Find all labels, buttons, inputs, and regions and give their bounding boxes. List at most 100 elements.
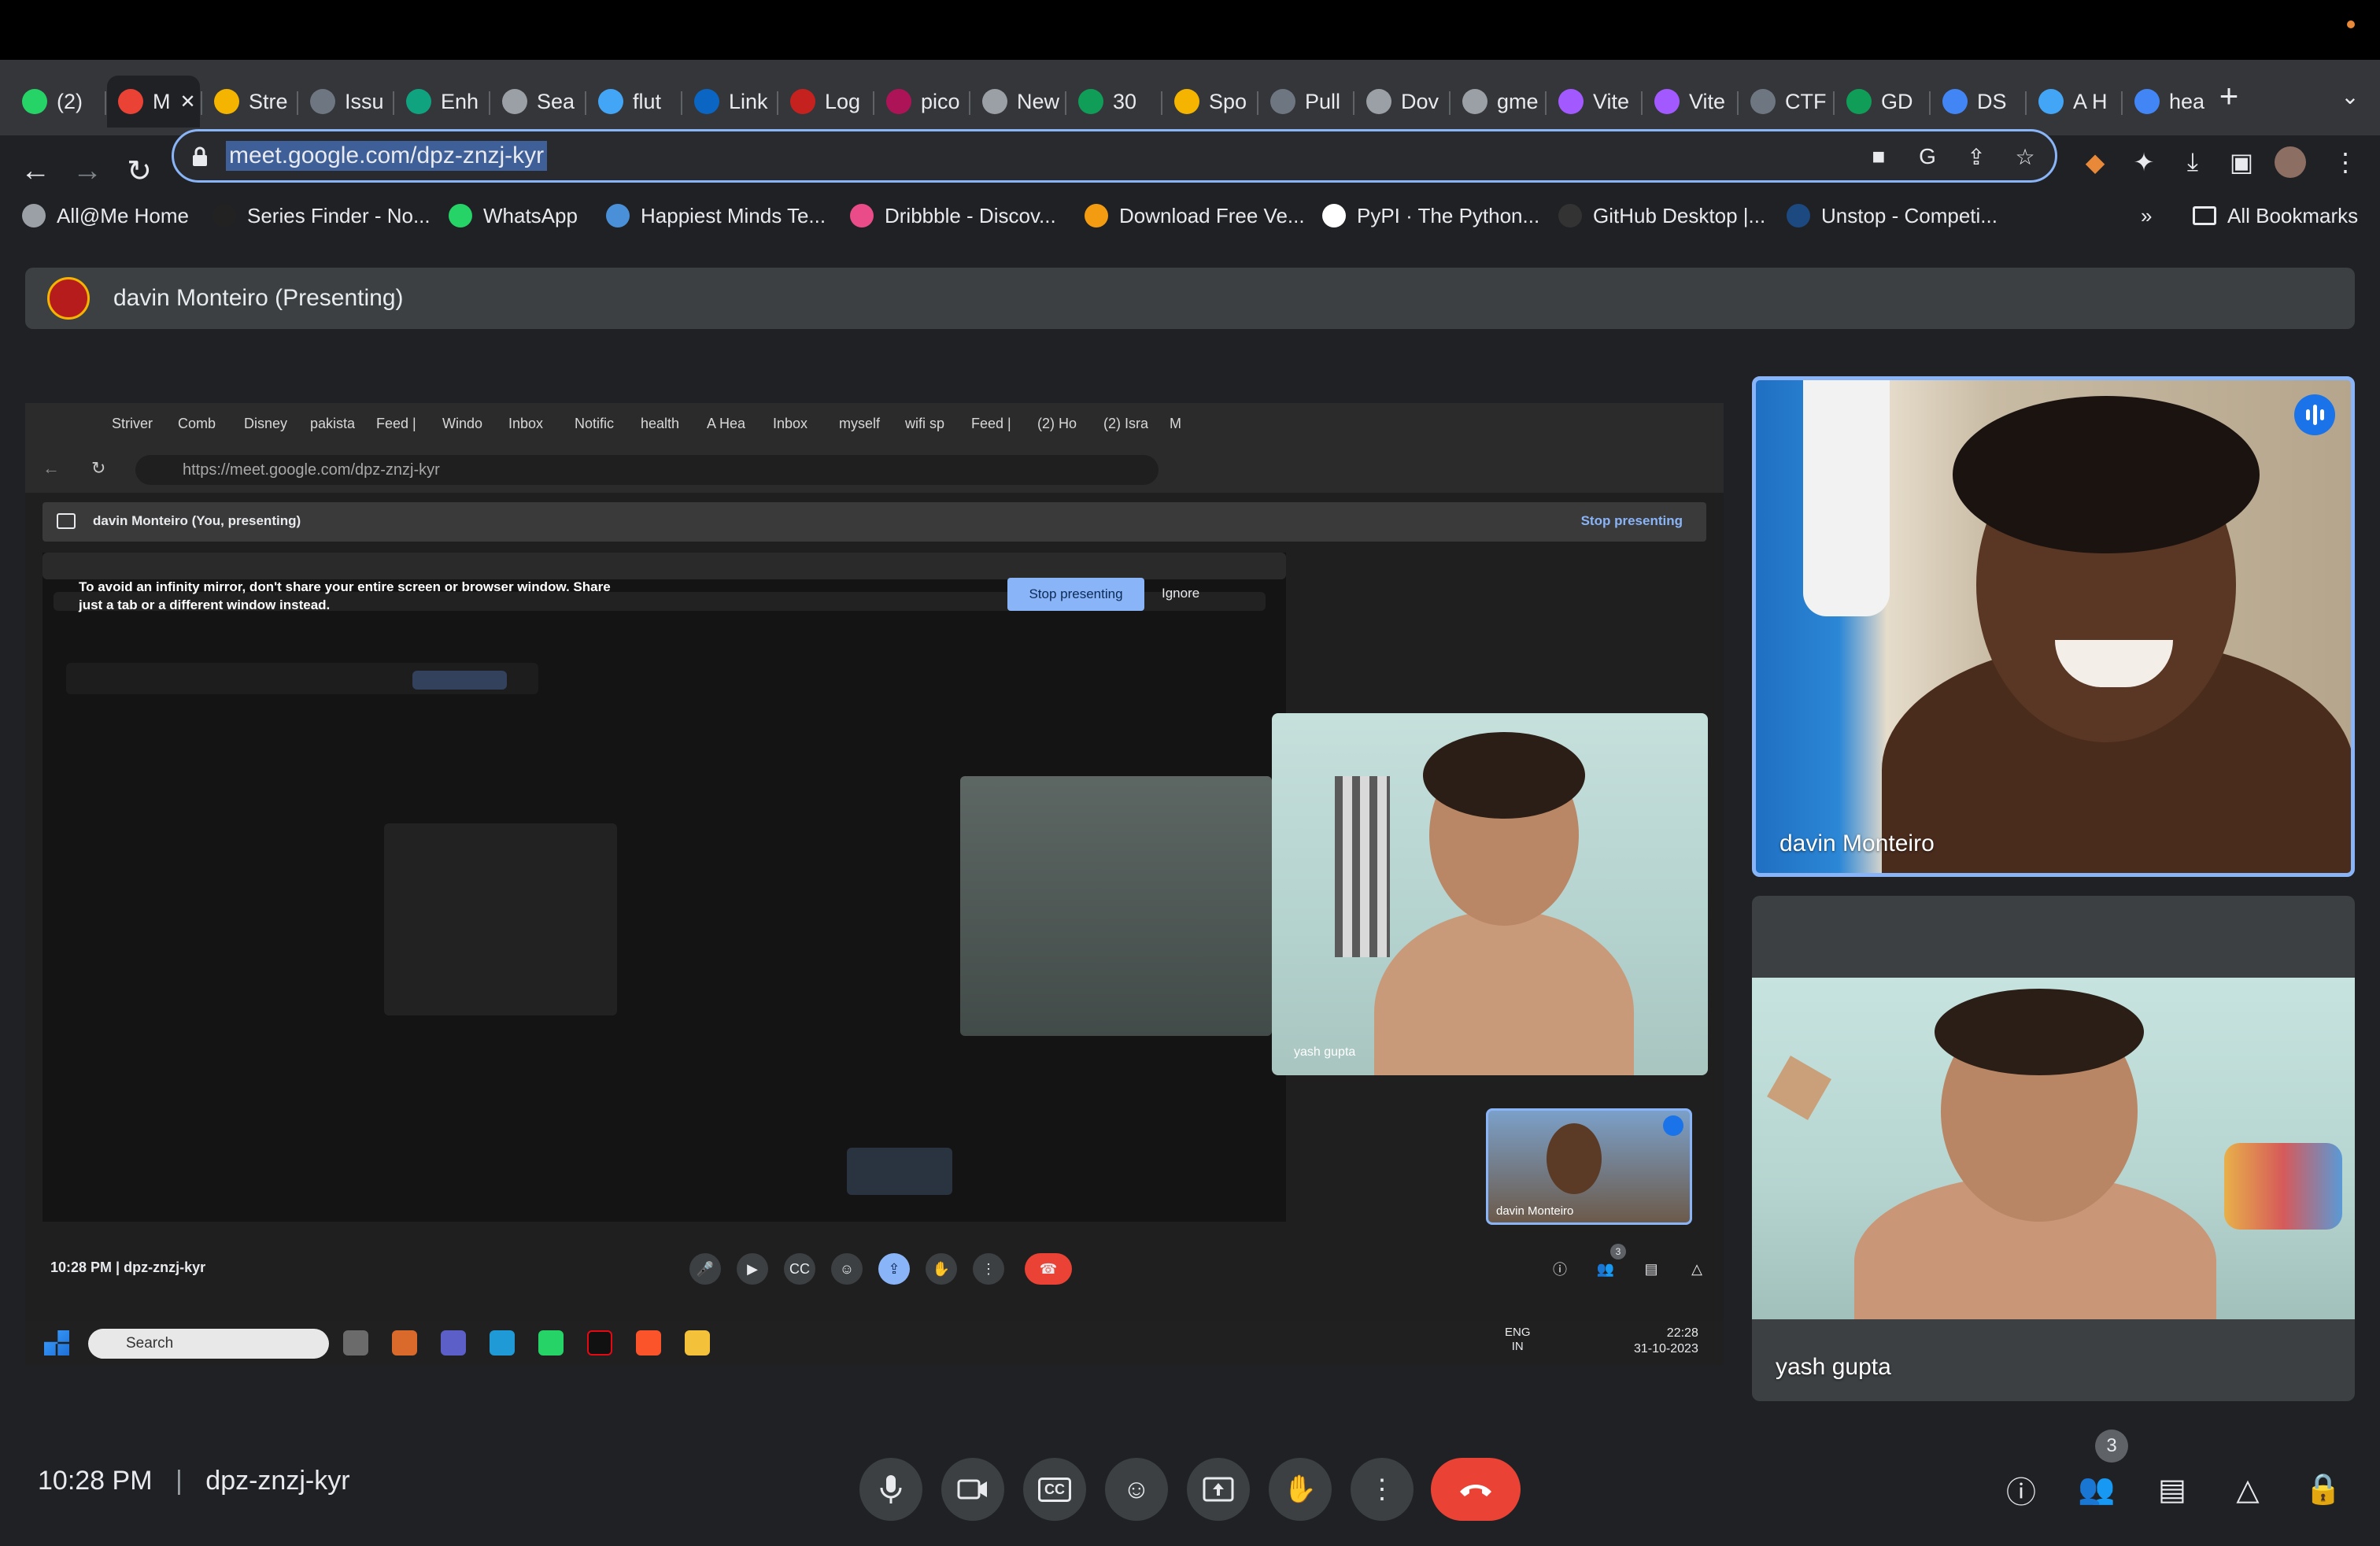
browser-tab[interactable]: hea — [2123, 76, 2216, 128]
metamask-icon[interactable]: ◆ — [2073, 140, 2117, 184]
microphone-icon — [880, 1475, 902, 1503]
participant-tile-davin[interactable]: davin Monteiro — [1752, 376, 2355, 877]
browser-tab[interactable]: Link — [683, 76, 776, 128]
bookmarks-overflow-button[interactable]: » — [2141, 202, 2152, 230]
browser-tab[interactable]: New — [971, 76, 1064, 128]
browser-tab[interactable]: Log — [779, 76, 872, 128]
google-lens-icon[interactable]: G — [1910, 139, 1945, 174]
bookmark-item[interactable]: Series Finder - No... — [213, 202, 431, 230]
browser-tab[interactable]: DS — [1931, 76, 2024, 128]
camera-button[interactable] — [941, 1458, 1004, 1521]
browser-tab-label: pico — [921, 89, 960, 113]
present-button[interactable] — [1187, 1458, 1250, 1521]
bookmark-item[interactable]: Unstop - Competi... — [1787, 202, 1998, 230]
slides-icon — [214, 89, 239, 114]
bookmark-item[interactable]: Download Free Ve... — [1085, 202, 1305, 230]
leave-call-button[interactable] — [1431, 1458, 1521, 1521]
recording-indicator — [2347, 20, 2355, 28]
shared-activities-icon: △ — [1691, 1260, 1702, 1277]
person-body — [1374, 910, 1634, 1075]
tab-separator — [201, 91, 202, 115]
profile-avatar[interactable] — [2268, 140, 2312, 184]
folder-icon — [2193, 206, 2216, 225]
browser-tab[interactable]: Dov — [1355, 76, 1448, 128]
share-icon[interactable]: ⇪ — [1959, 139, 1994, 174]
shared-self-preview: davin Monteiro — [1486, 1108, 1692, 1225]
browser-tab[interactable]: A H — [2027, 76, 2120, 128]
browser-tab[interactable]: CTF — [1739, 76, 1832, 128]
reactions-button[interactable]: ☺ — [1105, 1458, 1168, 1521]
browser-tab[interactable]: pico — [875, 76, 968, 128]
all-bookmarks-button[interactable]: All Bookmarks — [2193, 202, 2358, 230]
browser-tab[interactable]: Pull — [1259, 76, 1352, 128]
browser-tab[interactable]: flut — [587, 76, 680, 128]
camera-in-use-icon[interactable]: ■ — [1861, 139, 1896, 174]
browser-tab-label: (2) — [57, 89, 83, 113]
more-options-button[interactable]: ⋮ — [1351, 1458, 1414, 1521]
whatsapp-taskbar-icon — [538, 1330, 564, 1356]
lock-icon[interactable] — [191, 146, 209, 168]
bookmark-item[interactable]: Dribbble - Discov... — [850, 202, 1056, 230]
tab-separator — [393, 91, 394, 115]
meet-icon — [118, 89, 143, 114]
browser-tab[interactable]: GD — [1835, 76, 1928, 128]
taskbar-search: Search — [88, 1329, 329, 1359]
tab-separator — [2121, 91, 2123, 115]
browser-tab[interactable]: gme — [1451, 76, 1544, 128]
address-bar[interactable]: meet.google.com/dpz-znzj-kyr ■ G ⇪ ☆ — [172, 129, 2057, 183]
browser-tab[interactable]: Stre — [203, 76, 296, 128]
tab-separator — [1257, 91, 1258, 115]
shared-tab-strip: Striver Comb Disney pakista Feed | Windo Inbox… — [25, 403, 1724, 447]
raise-hand-button[interactable]: ✋ — [1269, 1458, 1332, 1521]
reload-icon[interactable]: ↻ — [115, 146, 164, 195]
all-bookmarks-label: All Bookmarks — [2227, 203, 2359, 227]
people-button[interactable]: 👥 — [2071, 1464, 2122, 1515]
menu-icon[interactable]: ⋮ — [2323, 140, 2367, 184]
person-hair — [1953, 396, 2260, 553]
meeting-code: dpz-znzj-kyr — [205, 1466, 350, 1496]
tab-separator — [1545, 91, 1547, 115]
url-text[interactable]: meet.google.com/dpz-znzj-kyr — [226, 141, 548, 171]
meeting-details-button[interactable]: ⓘ — [1996, 1464, 2046, 1515]
captions-button[interactable]: CC — [1023, 1458, 1086, 1521]
browser-tab[interactable]: Vite — [1643, 76, 1736, 128]
download-icon[interactable]: ⤓ — [2171, 140, 2215, 184]
bookmark-item[interactable]: PyPI · The Python... — [1322, 202, 1539, 230]
bookmark-item[interactable]: Happiest Minds Te... — [606, 202, 826, 230]
browser-tab[interactable]: Sea — [491, 76, 584, 128]
extensions-icon[interactable]: ✦ — [2122, 140, 2166, 184]
screen: (2) M ✕ Stre Issu Enh Sea flut Link Log pico New 30 S… — [0, 0, 2380, 1546]
browser-tab[interactable]: Vite — [1547, 76, 1640, 128]
forward-icon[interactable]: → — [63, 146, 112, 195]
host-controls-button[interactable]: 🔒 — [2298, 1464, 2349, 1515]
shared-tab-label: Inbox — [508, 416, 544, 431]
browser-tab-label: Spo — [1209, 89, 1247, 113]
activities-icon: △ — [2236, 1473, 2260, 1507]
browser-tab[interactable]: (2) — [11, 76, 104, 128]
browser-tab[interactable]: 30 — [1067, 76, 1160, 128]
browser-tab[interactable]: M ✕ — [107, 76, 200, 128]
bookmark-item[interactable]: All@Me Home — [22, 202, 189, 230]
bookmark-item[interactable]: GitHub Desktop |... — [1558, 202, 1765, 230]
bookmark-star-icon[interactable]: ☆ — [2008, 139, 2042, 174]
browser-tab-label: gme — [1497, 89, 1539, 113]
shared-tab-label: (2) Ho — [1037, 416, 1077, 431]
bookmark-item[interactable]: WhatsApp — [449, 202, 578, 230]
browser-tab[interactable]: Enh — [395, 76, 488, 128]
browser-tab[interactable]: Issu — [299, 76, 392, 128]
tab-separator — [1353, 91, 1354, 115]
speaking-indicator-icon — [2294, 394, 2335, 435]
chatgpt-icon — [406, 89, 431, 114]
activities-button[interactable]: △ — [2223, 1464, 2273, 1515]
bookmark-label: WhatsApp — [483, 203, 578, 227]
participant-tile-yash[interactable]: yash gupta — [1752, 896, 2355, 1401]
back-icon[interactable]: ← — [11, 146, 60, 195]
chat-button[interactable]: ▤ — [2147, 1464, 2197, 1515]
shared-stop-presenting-link: Stop presenting — [1580, 513, 1683, 528]
new-tab-button[interactable]: + — [2207, 74, 2251, 118]
close-tab-icon[interactable]: ✕ — [180, 91, 196, 113]
tab-search-icon[interactable]: ⌄ — [2328, 74, 2372, 118]
side-panel-icon[interactable]: ▣ — [2219, 140, 2264, 184]
microphone-button[interactable] — [859, 1458, 922, 1521]
browser-tab[interactable]: Spo — [1163, 76, 1256, 128]
